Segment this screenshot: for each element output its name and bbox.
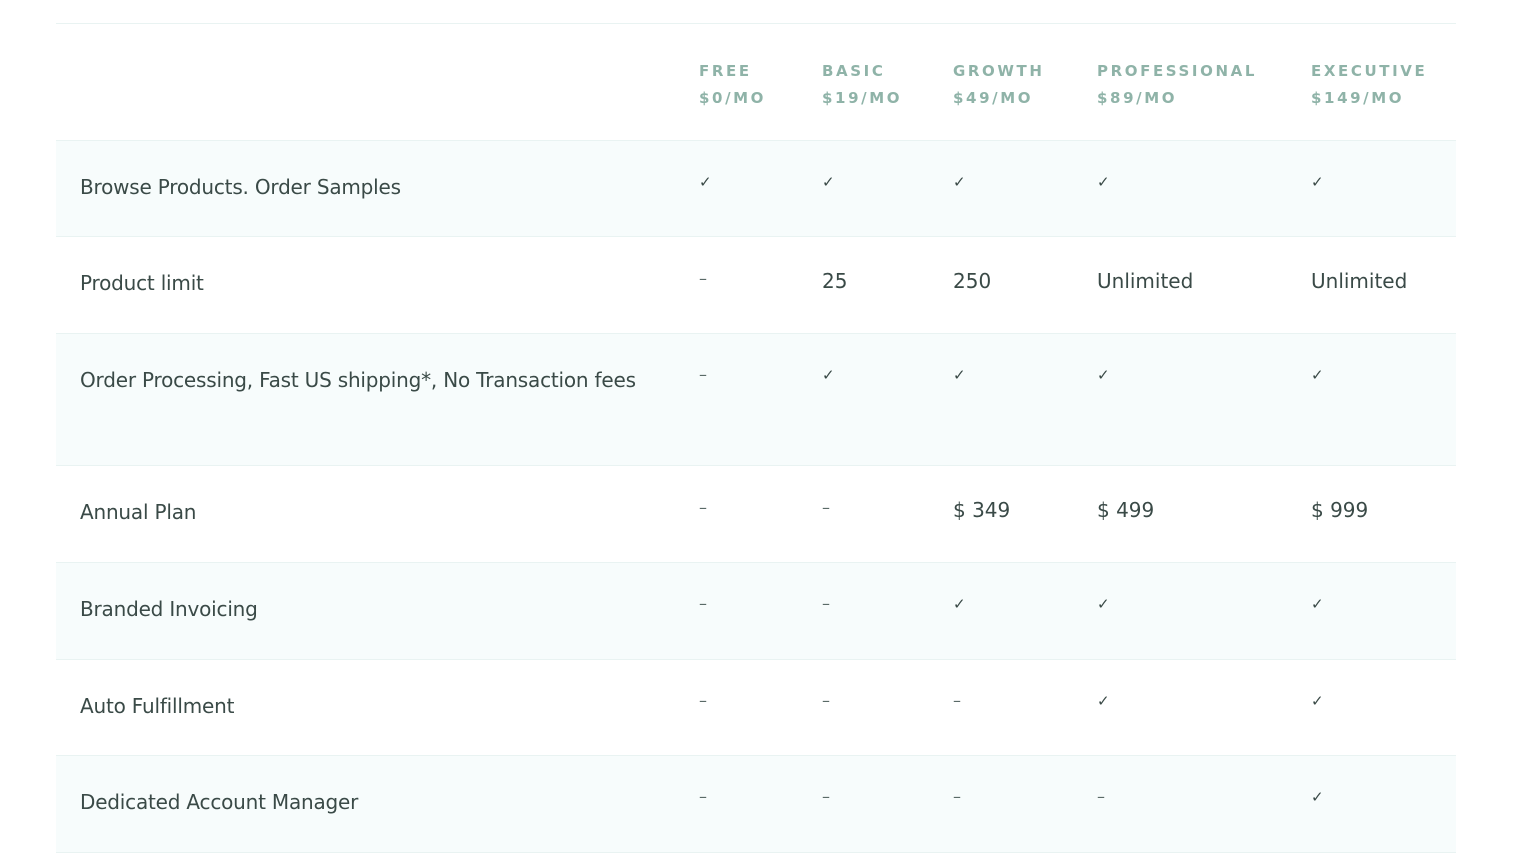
table-row: Branded Invoicing – – ✓ ✓ ✓: [56, 563, 1456, 660]
plan-header-growth: GROWTH $49/MO: [953, 58, 1045, 112]
feature-label: Browse Products. Order Samples: [80, 175, 401, 199]
check-icon: ✓: [953, 173, 966, 191]
value-cell-professional: Unlimited: [1097, 269, 1194, 293]
plan-name: PROFESSIONAL: [1097, 62, 1257, 80]
dash-icon: –: [699, 594, 707, 613]
check-icon: ✓: [1311, 692, 1324, 710]
pricing-comparison-table: FREE $0/MO BASIC $19/MO GROWTH $49/MO PR…: [56, 23, 1456, 853]
table-row: Order Processing, Fast US shipping*, No …: [56, 334, 1456, 466]
value-cell-professional: $ 499: [1097, 498, 1155, 522]
dash-icon: –: [822, 498, 830, 517]
check-icon: ✓: [1311, 595, 1324, 613]
feature-rows: Browse Products. Order Samples ✓ ✓ ✓ ✓ ✓ Produ…: [56, 141, 1456, 853]
feature-label: Annual Plan: [80, 500, 197, 524]
check-icon: ✓: [1311, 788, 1324, 806]
dash-icon: –: [953, 691, 961, 710]
plan-price: $49/MO: [953, 89, 1034, 107]
feature-label: Auto Fulfillment: [80, 694, 235, 718]
dash-icon: –: [699, 691, 707, 710]
plan-header-basic: BASIC $19/MO: [822, 58, 902, 112]
dash-icon: –: [699, 269, 707, 288]
plan-header-executive: EXECUTIVE $149/MO: [1311, 58, 1427, 112]
plan-price: $19/MO: [822, 89, 903, 107]
check-icon: ✓: [1097, 173, 1110, 191]
value-cell-executive: $ 999: [1311, 498, 1369, 522]
check-icon: ✓: [1311, 173, 1324, 191]
dash-icon: –: [822, 691, 830, 710]
check-icon: ✓: [1097, 595, 1110, 613]
check-icon: ✓: [1311, 366, 1324, 384]
value-cell-growth: 250: [953, 269, 992, 293]
value-cell-growth: $ 349: [953, 498, 1011, 522]
feature-label: Order Processing, Fast US shipping*, No …: [80, 368, 636, 392]
dash-icon: –: [699, 787, 707, 806]
check-icon: ✓: [1097, 692, 1110, 710]
plan-price: $89/MO: [1097, 89, 1178, 107]
plan-name: GROWTH: [953, 62, 1045, 80]
table-row: Annual Plan – – $ 349 $ 499 $ 999: [56, 466, 1456, 563]
dash-icon: –: [822, 594, 830, 613]
check-icon: ✓: [822, 173, 835, 191]
plan-price: $0/MO: [699, 89, 767, 107]
plan-name: FREE: [699, 62, 752, 80]
check-icon: ✓: [953, 595, 966, 613]
plan-price: $149/MO: [1311, 89, 1405, 107]
check-icon: ✓: [822, 366, 835, 384]
feature-label: Branded Invoicing: [80, 597, 258, 621]
table-row: Dedicated Account Manager – – – – ✓: [56, 756, 1456, 853]
dash-icon: –: [699, 498, 707, 517]
plan-name: EXECUTIVE: [1311, 62, 1428, 80]
plan-header-professional: PROFESSIONAL $89/MO: [1097, 58, 1257, 112]
table-row: Product limit – 25 250 Unlimited Unlimited: [56, 237, 1456, 334]
plan-header-row: FREE $0/MO BASIC $19/MO GROWTH $49/MO PR…: [56, 24, 1456, 141]
dash-icon: –: [1097, 787, 1105, 806]
check-icon: ✓: [1097, 366, 1110, 384]
dash-icon: –: [822, 787, 830, 806]
feature-label: Dedicated Account Manager: [80, 790, 359, 814]
value-cell-executive: Unlimited: [1311, 269, 1408, 293]
check-icon: ✓: [699, 173, 712, 191]
plan-header-free: FREE $0/MO: [699, 58, 766, 112]
feature-label: Product limit: [80, 271, 204, 295]
plan-name: BASIC: [822, 62, 886, 80]
value-cell-basic: 25: [822, 269, 848, 293]
dash-icon: –: [953, 787, 961, 806]
table-row: Auto Fulfillment – – – ✓ ✓: [56, 660, 1456, 756]
check-icon: ✓: [953, 366, 966, 384]
dash-icon: –: [699, 365, 707, 384]
table-row: Browse Products. Order Samples ✓ ✓ ✓ ✓ ✓: [56, 141, 1456, 237]
